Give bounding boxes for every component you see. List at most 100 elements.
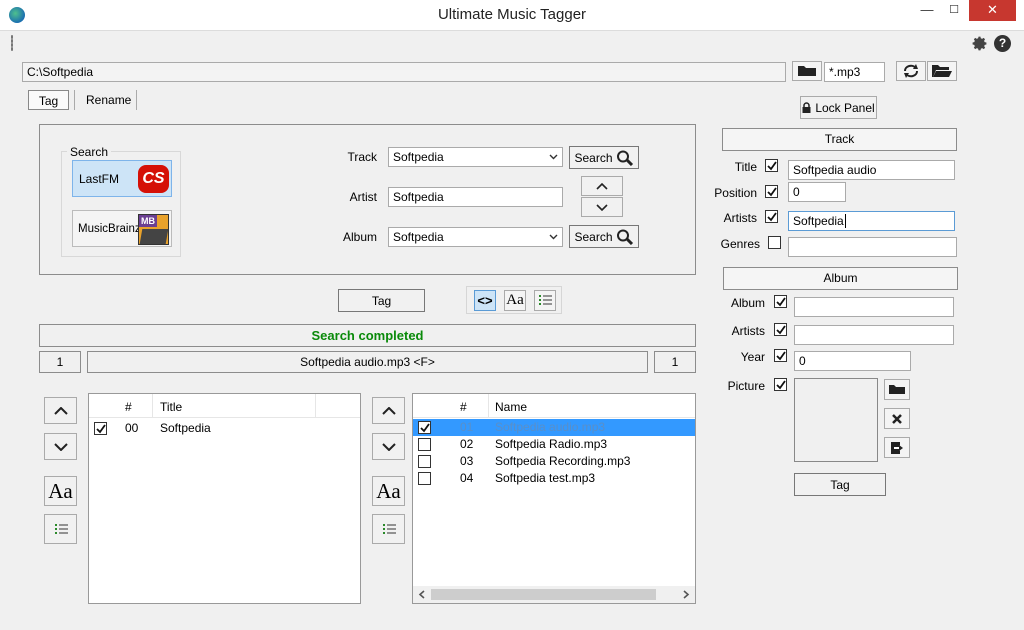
search-track-label: Search [574, 150, 613, 165]
chevron-up-icon [53, 406, 68, 415]
row-checkbox[interactable] [418, 472, 431, 485]
picture-label: Picture [727, 379, 765, 393]
row-checkbox[interactable] [94, 422, 107, 435]
genres-checkbox[interactable] [768, 236, 781, 249]
scrollbar-thumb[interactable] [431, 589, 656, 600]
search-album-button[interactable]: Search [569, 225, 639, 248]
album-input[interactable] [794, 297, 954, 317]
left-col-title[interactable]: Title [160, 400, 182, 414]
left-move-down-button[interactable] [44, 433, 77, 460]
picture-checkbox[interactable] [774, 378, 787, 391]
artist-input[interactable]: Softpedia [388, 187, 563, 207]
table-row[interactable]: 01 Softpedia audio.mp3 [413, 419, 695, 436]
tag-button[interactable]: Tag [338, 289, 425, 312]
move-up-button[interactable] [581, 176, 623, 196]
search-icon [616, 150, 633, 166]
row-name: Softpedia test.mp3 [495, 471, 596, 485]
artists-label: Artists [723, 211, 757, 225]
lastfm-button[interactable]: LastFM CS [72, 160, 172, 197]
left-font-icon[interactable]: Aa [44, 476, 77, 506]
minimize-button[interactable]: — [914, 0, 940, 21]
title-checkbox[interactable] [765, 159, 778, 172]
check-icon [775, 324, 786, 334]
album-label: Album [342, 230, 377, 244]
search-track-button[interactable]: Search [569, 146, 639, 169]
file-col-num[interactable]: # [460, 400, 467, 414]
close-button[interactable]: ✕ [969, 0, 1016, 21]
row-checkbox[interactable] [418, 438, 431, 451]
table-row[interactable]: 00 Softpedia [89, 420, 360, 437]
year-input[interactable]: 0 [794, 351, 911, 371]
tab-tag[interactable]: Tag [28, 90, 69, 110]
open-folder-button[interactable] [927, 61, 957, 81]
browse-folder-button[interactable] [792, 61, 822, 81]
table-row[interactable]: 02 Softpedia Radio.mp3 [413, 436, 695, 453]
check-icon [766, 211, 777, 221]
file-list[interactable]: # Name 01 Softpedia audio.mp3 02 Softped… [412, 393, 696, 604]
right-move-down-button[interactable] [372, 433, 405, 460]
right-move-up-button[interactable] [372, 397, 405, 424]
move-down-button[interactable] [581, 197, 623, 217]
row-checkbox[interactable] [418, 455, 431, 468]
position-checkbox[interactable] [765, 185, 778, 198]
check-icon [775, 379, 786, 389]
musicbrainz-button[interactable]: MusicBrainz MB [72, 210, 172, 247]
year-checkbox[interactable] [774, 349, 787, 362]
left-numbered-list-icon[interactable] [44, 514, 77, 544]
title-input[interactable]: Softpedia audio [788, 160, 955, 180]
close-icon [892, 413, 902, 424]
picture-remove-button[interactable] [884, 408, 910, 429]
toolbar-grip[interactable] [11, 35, 13, 51]
musicbrainz-logo-text: MB [139, 215, 157, 227]
lock-panel-button[interactable]: Lock Panel [800, 96, 877, 119]
chevron-right-icon[interactable] [683, 590, 690, 599]
picture-box[interactable] [794, 378, 878, 462]
left-move-up-button[interactable] [44, 397, 77, 424]
gear-icon[interactable] [971, 35, 988, 52]
left-count: 1 [39, 351, 81, 373]
code-view-icon[interactable]: <> [474, 290, 496, 311]
musicbrainz-logo-icon: MB [138, 214, 169, 245]
right-numbered-list-icon[interactable] [372, 514, 405, 544]
refresh-button[interactable] [896, 61, 926, 81]
picture-export-button[interactable] [884, 437, 910, 458]
check-icon [766, 186, 777, 196]
picture-open-button[interactable] [884, 379, 910, 400]
chevron-left-icon[interactable] [418, 590, 425, 599]
check-icon [95, 423, 106, 433]
check-icon [775, 296, 786, 306]
help-icon[interactable]: ? [994, 35, 1011, 52]
album-artists-checkbox[interactable] [774, 323, 787, 336]
row-num: 03 [460, 454, 474, 468]
row-checkbox[interactable] [418, 421, 431, 434]
lastfm-label: LastFM [79, 172, 120, 186]
tab-rename[interactable]: Rename [86, 93, 131, 107]
panel-tag-button[interactable]: Tag [794, 473, 886, 496]
filter-field[interactable]: *.mp3 [824, 62, 885, 82]
font-view-icon[interactable]: Aa [504, 290, 526, 311]
track-select-value: Softpedia [393, 150, 444, 164]
right-font-icon[interactable]: Aa [372, 476, 405, 506]
album-artists-input[interactable] [794, 325, 954, 345]
album-select[interactable]: Softpedia [388, 227, 563, 247]
file-col-name[interactable]: Name [495, 400, 527, 414]
artists-checkbox[interactable] [765, 210, 778, 223]
left-list-header: # Title [89, 394, 360, 418]
left-col-num[interactable]: # [125, 400, 132, 414]
lock-icon [802, 102, 811, 113]
table-row[interactable]: 03 Softpedia Recording.mp3 [413, 453, 695, 470]
chevron-up-icon [381, 406, 396, 415]
position-input[interactable]: 0 [788, 182, 846, 202]
left-title-list[interactable]: # Title 00 Softpedia [88, 393, 361, 604]
search-album-label: Search [574, 229, 613, 244]
album-checkbox[interactable] [774, 295, 787, 308]
table-row[interactable]: 04 Softpedia test.mp3 [413, 470, 695, 487]
horizontal-scrollbar[interactable] [413, 586, 695, 603]
track-select[interactable]: Softpedia [388, 147, 563, 167]
path-field[interactable]: C:\Softpedia [22, 62, 786, 82]
artists-input[interactable]: Softpedia [788, 211, 955, 231]
genres-input[interactable] [788, 237, 957, 257]
numbered-list-icon[interactable] [534, 290, 556, 311]
row-name: Softpedia Recording.mp3 [495, 454, 631, 468]
maximize-button[interactable]: ☐ [941, 0, 967, 21]
